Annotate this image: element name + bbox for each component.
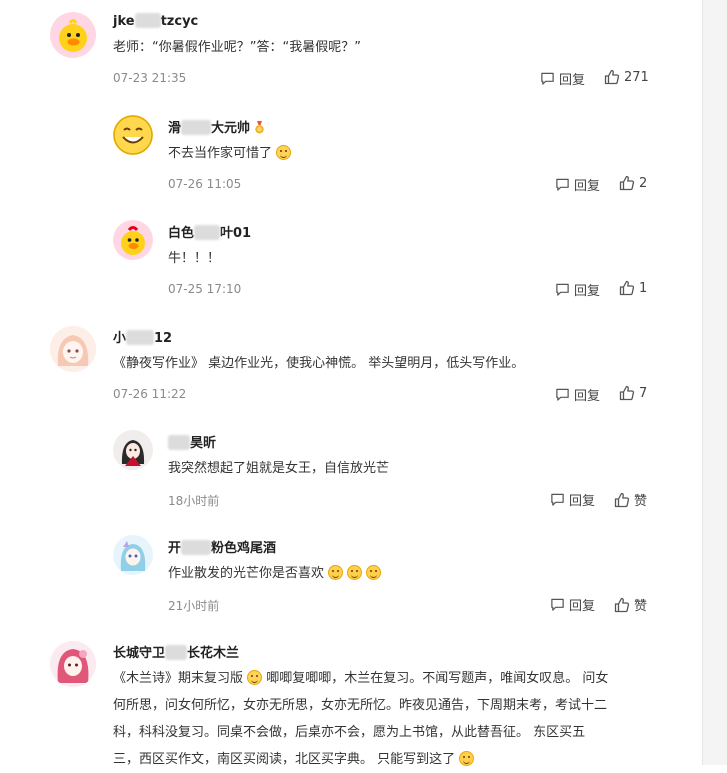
laugh-emoji-icon xyxy=(347,565,363,580)
comment-text: 老师：“你暑假作业呢？”答：“我暑假呢？” xyxy=(113,40,361,55)
avatar[interactable] xyxy=(113,430,153,470)
comment-icon xyxy=(541,72,554,85)
thumb-up-icon xyxy=(614,597,630,612)
thumb-up-icon xyxy=(604,69,620,85)
comment-time: 07-23 21:35 xyxy=(113,71,187,85)
redacted-name-mask xyxy=(194,225,221,240)
redacted-name-mask xyxy=(181,120,212,135)
comment-text-line: 三，西区买作文，南区买阅读，北区买字典。 只能写到这了 xyxy=(113,746,475,773)
comment-text: 作业散发的光芒你是否喜欢 xyxy=(168,560,382,587)
redacted-name-mask xyxy=(168,435,190,450)
laugh-emoji-icon xyxy=(459,751,475,766)
comment-time: 07-25 17:10 xyxy=(168,282,242,296)
username[interactable]: 小 12 xyxy=(113,327,172,346)
like-button[interactable]: 1 xyxy=(619,280,647,296)
comment-icon xyxy=(556,283,569,296)
comment-icon xyxy=(551,493,564,506)
thumb-up-icon xyxy=(619,175,635,191)
comment-icon xyxy=(556,388,569,401)
comment-text-line: 科，科科没复习。同桌不会做，后桌亦不会，愿为上书馆，从此替吾征。 东区买五 xyxy=(113,725,586,740)
avatar[interactable] xyxy=(113,220,153,260)
thumb-up-icon xyxy=(614,492,630,507)
avatar[interactable] xyxy=(50,326,96,372)
scrollbar-track[interactable] xyxy=(702,0,727,765)
comment-icon xyxy=(551,598,564,611)
comment-text: 牛！！！ xyxy=(168,251,221,266)
redacted-name-mask xyxy=(165,645,188,660)
reply-button[interactable]: 回复 xyxy=(555,280,600,299)
username[interactable]: 开粉色鸡尾酒 xyxy=(168,537,276,556)
reply-button[interactable]: 回复 xyxy=(540,69,585,88)
redacted-name-mask xyxy=(126,330,155,345)
comment-time: 18小时前 xyxy=(168,494,220,508)
comment-text-line: 何所思，问女何所忆，女亦无所思，女亦无所忆。昨夜见通告，下周期末考，考试十二 xyxy=(113,698,608,713)
avatar[interactable] xyxy=(113,115,153,155)
comment-text: 我突然想起了姐就是女王，自信放光芒 xyxy=(168,461,390,476)
reply-button[interactable]: 回复 xyxy=(555,175,600,194)
medal-icon xyxy=(255,121,264,134)
like-button[interactable]: 2 xyxy=(619,175,647,191)
username[interactable]: 昊昕 xyxy=(168,432,216,451)
avatar[interactable] xyxy=(50,641,96,687)
laugh-emoji-icon xyxy=(366,565,382,580)
like-button[interactable]: 7 xyxy=(619,385,647,401)
comment-text: 不去当作家可惜了 xyxy=(168,140,292,167)
username[interactable]: jke tzcyc xyxy=(113,13,198,29)
reply-button[interactable]: 回复 xyxy=(555,385,600,404)
thumb-up-icon xyxy=(619,280,635,296)
like-button[interactable]: 赞 xyxy=(614,490,647,509)
redacted-name-mask xyxy=(181,540,212,555)
redacted-name-mask xyxy=(134,13,161,28)
username[interactable]: 长城守卫 长花木兰 xyxy=(113,642,239,661)
username[interactable]: 滑大元帅 xyxy=(168,117,265,136)
like-button[interactable]: 271 xyxy=(604,69,649,85)
smile-emoji-icon xyxy=(247,670,263,685)
comment-icon xyxy=(556,178,569,191)
thumb-up-icon xyxy=(619,385,635,401)
like-button[interactable]: 赞 xyxy=(614,595,647,614)
reply-button[interactable]: 回复 xyxy=(550,595,595,614)
comment-text-line: 《木兰诗》期末复习版 唧唧复唧唧，木兰在复习。不闻写题声，唯闻女叹息。 问女 xyxy=(113,670,609,686)
laugh-emoji-icon xyxy=(328,565,344,580)
smile-emoji-icon xyxy=(276,145,292,160)
comment-time: 07-26 11:22 xyxy=(113,387,187,401)
comment-time: 21小时前 xyxy=(168,599,220,613)
avatar[interactable] xyxy=(113,535,153,575)
avatar[interactable] xyxy=(50,12,96,58)
username[interactable]: 白色 叶01 xyxy=(168,222,251,241)
comment-time: 07-26 11:05 xyxy=(168,177,242,191)
reply-button[interactable]: 回复 xyxy=(550,490,595,509)
comment-text: 《静夜写作业》 桌边作业光，使我心神慌。 举头望明月，低头写作业。 xyxy=(113,356,525,371)
